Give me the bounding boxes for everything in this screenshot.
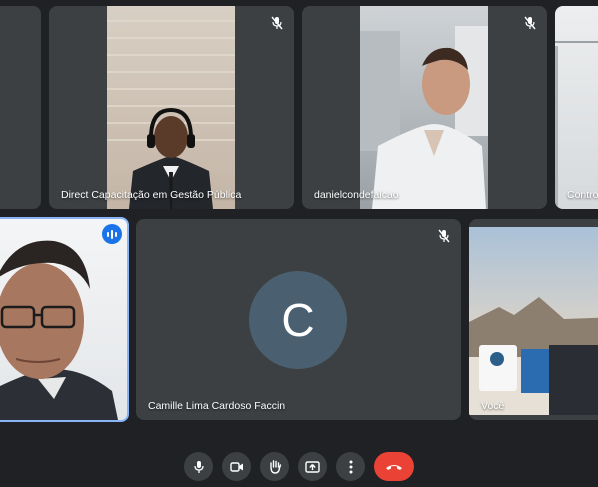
microphone-icon <box>193 460 204 473</box>
video-frame-speaker <box>0 240 118 420</box>
camera-icon <box>229 461 243 472</box>
participant-tile-daniel[interactable]: danielcondefalcao <box>302 6 547 209</box>
participant-tile-partial-left[interactable] <box>0 6 41 209</box>
participant-name: Camille Lima Cardoso Faccin <box>148 400 286 412</box>
video-frame-direct <box>107 20 235 209</box>
participant-tile-partial-right[interactable]: Contro <box>555 6 598 209</box>
call-controls-toolbar <box>0 452 598 482</box>
raise-hand-icon <box>269 460 281 474</box>
participant-tile-active-speaker[interactable] <box>0 217 129 422</box>
participant-name: Você <box>481 400 505 412</box>
video-frame-daniel <box>360 26 488 209</box>
participant-video <box>360 6 488 209</box>
participant-name: Direct Capacitação em Gestão Pública <box>61 189 242 201</box>
more-vert-icon <box>349 460 352 473</box>
mic-off-icon <box>435 227 453 245</box>
participant-tile-camille[interactable]: C Camille Lima Cardoso Faccin <box>136 219 461 420</box>
participant-video <box>0 219 127 420</box>
raise-hand-button[interactable] <box>260 452 289 481</box>
microphone-button[interactable] <box>184 452 213 481</box>
more-options-button[interactable] <box>336 452 365 481</box>
participant-tile-direct[interactable]: Direct Capacitação em Gestão Pública <box>49 6 294 209</box>
participant-video <box>469 227 598 415</box>
hang-up-icon <box>386 464 402 470</box>
participant-avatar: C <box>249 271 347 369</box>
present-screen-icon <box>305 460 320 473</box>
video-frame-self <box>469 297 598 415</box>
participant-video <box>555 6 598 209</box>
participant-tile-self[interactable]: Você <box>469 219 598 420</box>
participant-name: Contro <box>567 189 598 201</box>
present-screen-button[interactable] <box>298 452 327 481</box>
speaking-indicator-icon <box>102 224 122 244</box>
participant-video <box>107 6 235 209</box>
mic-off-icon <box>268 14 286 32</box>
camera-button[interactable] <box>222 452 251 481</box>
end-call-button[interactable] <box>374 452 414 481</box>
mic-off-icon <box>521 14 539 32</box>
participant-name: danielcondefalcao <box>314 189 399 201</box>
video-frame-partial <box>555 41 598 209</box>
